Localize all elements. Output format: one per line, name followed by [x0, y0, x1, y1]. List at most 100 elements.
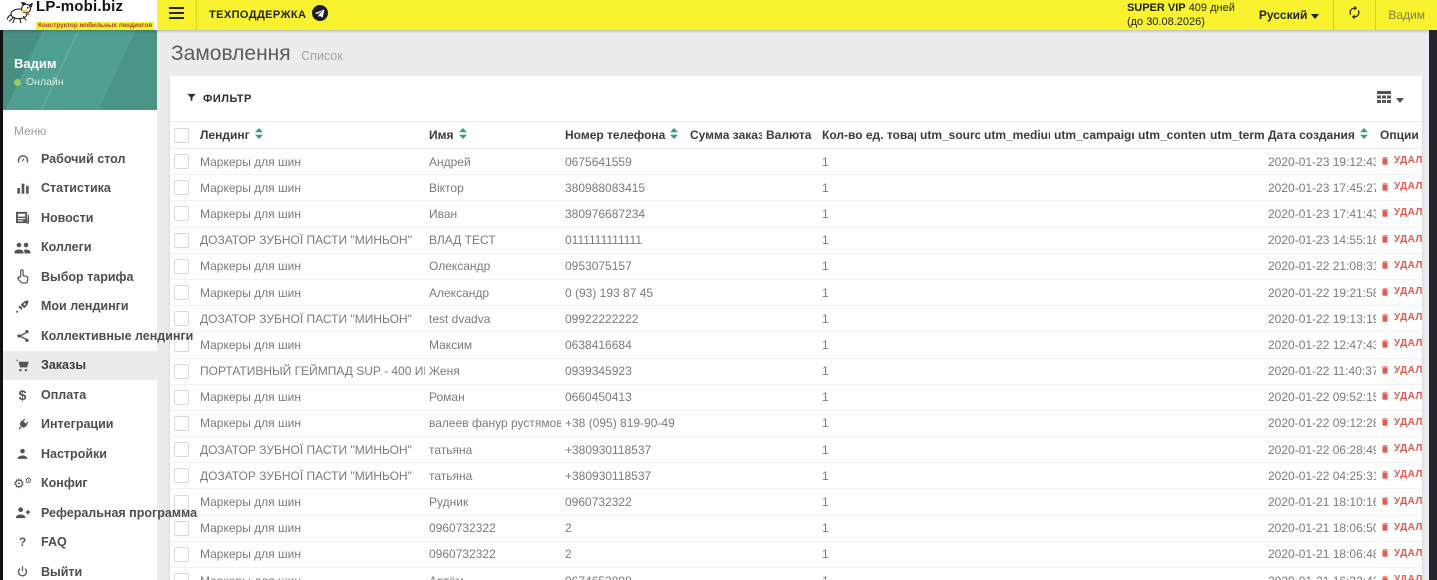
cell-utm_source — [916, 436, 980, 463]
row-checkbox[interactable] — [174, 311, 189, 327]
delete-button[interactable]: УДАЛИТЬ — [1380, 522, 1422, 533]
row-checkbox[interactable] — [174, 573, 189, 580]
sidebar-item-share[interactable]: Коллективные лендинги — [0, 321, 193, 351]
row-checkbox[interactable] — [174, 442, 189, 458]
sort-icon[interactable] — [458, 128, 467, 142]
sort-icon[interactable] — [254, 128, 263, 142]
sidebar-item-question[interactable]: ? FAQ — [0, 528, 157, 558]
row-checkbox[interactable] — [174, 206, 189, 222]
row-checkbox[interactable] — [174, 285, 189, 301]
cell-created: 2020-01-22 06:28:49 — [1264, 436, 1376, 463]
cell-select — [170, 566, 196, 580]
sidebar-item-users[interactable]: Коллеги — [0, 233, 157, 263]
row-checkbox[interactable] — [174, 232, 189, 248]
sidebar-item-news[interactable]: Новости — [0, 203, 157, 233]
sidebar-item-dashboard[interactable]: Рабочий стол — [0, 144, 157, 174]
row-checkbox[interactable] — [174, 415, 189, 431]
sidebar-item-gears[interactable]: ⚙⚙ Конфиг — [0, 469, 157, 499]
row-checkbox[interactable] — [174, 468, 189, 484]
cell-name: Иван — [425, 200, 561, 228]
delete-button[interactable]: УДАЛИТЬ — [1380, 260, 1422, 271]
row-checkbox[interactable] — [174, 180, 189, 196]
delete-button[interactable]: УДАЛИТЬ — [1380, 312, 1422, 323]
sidebar-item-chart[interactable]: Статистика — [0, 174, 157, 204]
sidebar-item-plug[interactable]: Интеграции — [0, 410, 157, 440]
support-button[interactable]: ТЕХПОДДЕРЖКА — [197, 0, 340, 30]
orders-table: Лендинг Имя Номер телефона Сумма заказа Валю… — [170, 121, 1422, 580]
filter-button[interactable]: ФИЛЬТР — [186, 92, 252, 106]
table-row: ДОЗАТОР ЗУБНОЇ ПАСТИ "МИНЬОН" татьяна +380… — [170, 436, 1422, 463]
columns-button[interactable] — [1377, 90, 1404, 108]
column-header-phone[interactable]: Номер телефона — [561, 121, 686, 149]
cell-options: УДАЛИТЬ — [1376, 462, 1422, 489]
cell-options: УДАЛИТЬ — [1376, 409, 1422, 437]
cell-select — [170, 357, 196, 385]
cell-name: татьяна — [425, 462, 561, 489]
delete-button[interactable]: УДАЛИТЬ — [1380, 574, 1422, 580]
language-dropdown[interactable]: Русский — [1245, 0, 1334, 30]
cell-utm_campaign — [1050, 226, 1134, 254]
column-header-created[interactable]: Дата создания — [1264, 121, 1376, 149]
delete-button[interactable]: УДАЛИТЬ — [1380, 391, 1422, 402]
cell-utm_medium — [980, 200, 1050, 228]
row-checkbox[interactable] — [174, 546, 189, 562]
column-label: Номер телефона — [565, 128, 666, 142]
cell-qty: 1 — [818, 331, 916, 358]
sidebar-item-dollar[interactable]: $ Оплата — [0, 380, 157, 410]
sidebar-item-user-plus[interactable]: Реферальная программа — [0, 498, 197, 528]
cell-utm_content — [1134, 409, 1206, 437]
cell-options: УДАЛИТЬ — [1376, 200, 1422, 228]
row-checkbox[interactable] — [174, 520, 189, 536]
cell-currency — [762, 514, 818, 542]
cell-utm_term — [1206, 200, 1264, 228]
cell-utm_content — [1134, 226, 1206, 254]
sidebar-item-rocket[interactable]: Мои лендинги — [0, 292, 157, 322]
delete-button[interactable]: УДАЛИТЬ — [1380, 443, 1422, 454]
sidebar-toggle-button[interactable] — [157, 0, 196, 30]
cell-sum — [686, 566, 762, 580]
delete-button[interactable]: УДАЛИТЬ — [1380, 548, 1422, 559]
cell-select — [170, 200, 196, 228]
delete-button[interactable]: УДАЛИТЬ — [1380, 496, 1422, 507]
column-label: utm_source — [920, 128, 980, 142]
table-row: Маркеры для шин Віктор 380988083415 1 2020-0… — [170, 174, 1422, 201]
cell-qty: 1 — [818, 200, 916, 228]
cell-utm_content — [1134, 331, 1206, 358]
row-checkbox[interactable] — [174, 154, 189, 170]
sidebar-item-person[interactable]: Настройки — [0, 439, 157, 469]
cell-sum — [686, 252, 762, 280]
select-all-checkbox[interactable] — [174, 127, 189, 143]
column-header-landing[interactable]: Лендинг — [196, 121, 425, 149]
delete-label: УДАЛИТЬ — [1394, 181, 1422, 193]
delete-button[interactable]: УДАЛИТЬ — [1380, 286, 1422, 297]
delete-button[interactable]: УДАЛИТЬ — [1380, 234, 1422, 245]
sidebar-item-label: Интеграции — [41, 417, 114, 432]
row-checkbox[interactable] — [174, 363, 189, 379]
delete-button[interactable]: УДАЛИТЬ — [1380, 181, 1422, 192]
delete-button[interactable]: УДАЛИТЬ — [1380, 338, 1422, 349]
refresh-button[interactable] — [1334, 0, 1375, 30]
delete-button[interactable]: УДАЛИТЬ — [1380, 207, 1422, 218]
sort-icon[interactable] — [670, 128, 679, 142]
sort-icon[interactable] — [1359, 128, 1368, 142]
table-row: Маркеры для шин Андрей 0675641559 1 2020-01-… — [170, 149, 1422, 175]
row-checkbox[interactable] — [174, 258, 189, 274]
sidebar-item-cart[interactable]: Заказы — [0, 350, 157, 380]
sidebar-item-power[interactable]: Выйти — [0, 557, 157, 580]
sidebar-item-label: Конфиг — [41, 476, 88, 491]
delete-button[interactable]: УДАЛИТЬ — [1380, 365, 1422, 376]
row-checkbox[interactable] — [174, 389, 189, 405]
delete-label: УДАЛИТЬ — [1394, 547, 1422, 559]
cell-created: 2020-01-22 04:25:31 — [1264, 462, 1376, 489]
delete-button[interactable]: УДАЛИТЬ — [1380, 155, 1422, 166]
column-header-name[interactable]: Имя — [425, 121, 561, 149]
delete-button[interactable]: УДАЛИТЬ — [1380, 469, 1422, 480]
vertical-scrollbar[interactable] — [1429, 30, 1437, 580]
topbar-username[interactable]: Вадим — [1376, 0, 1437, 30]
cell-utm_medium — [980, 305, 1050, 332]
chevron-down-icon — [1396, 90, 1404, 108]
cell-qty: 1 — [818, 462, 916, 489]
logo[interactable]: LP-mobi.biz Конструктор мобильных лендин… — [0, 0, 157, 31]
delete-button[interactable]: УДАЛИТЬ — [1380, 417, 1422, 428]
sidebar-item-hand-pointer[interactable]: Выбор тарифа — [0, 262, 157, 292]
